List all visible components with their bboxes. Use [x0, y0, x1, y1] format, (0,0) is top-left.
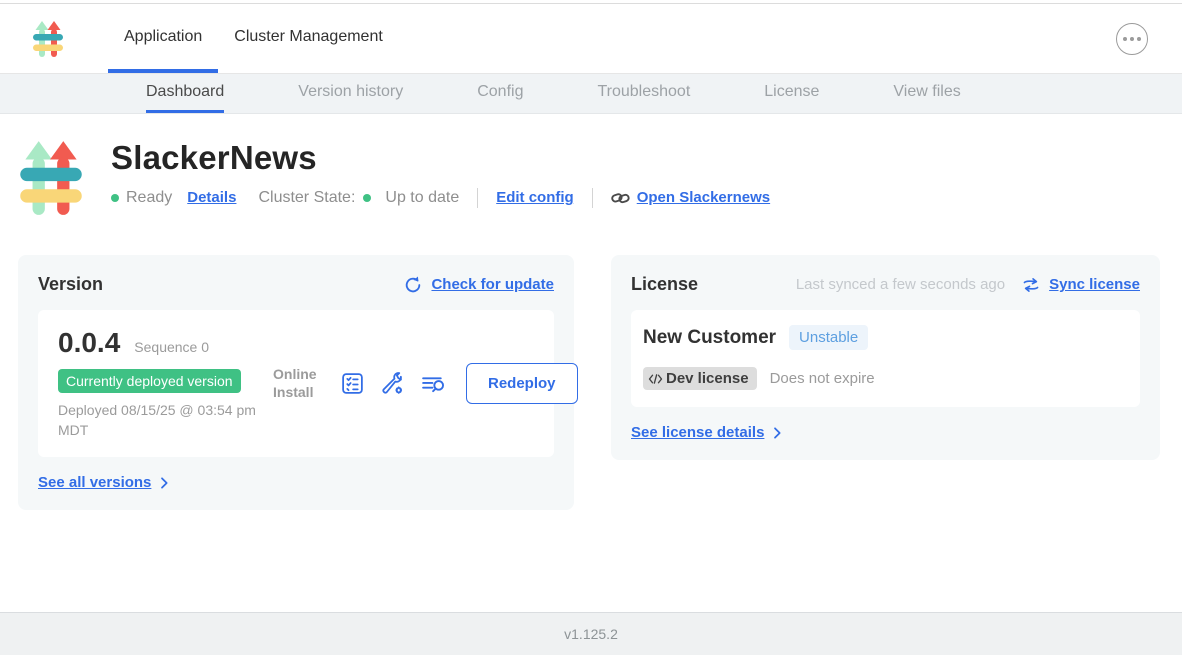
- preflight-checks-icon: [340, 371, 365, 396]
- sync-icon: [1021, 276, 1041, 294]
- preflight-checks-button[interactable]: [340, 371, 365, 396]
- more-menu-button[interactable]: [1116, 23, 1148, 55]
- current-version-panel: 0.0.4 Sequence 0 Currently deployed vers…: [38, 310, 554, 457]
- subnav-tab-version-history-label: Version history: [298, 83, 403, 101]
- see-all-versions-link[interactable]: See all versions: [38, 474, 151, 491]
- main-tabs: Application Cluster Management: [108, 4, 399, 73]
- open-app-link[interactable]: Open Slackernews: [637, 189, 770, 206]
- customer-name: New Customer: [643, 327, 776, 349]
- app-status-row: Ready Details Cluster State: Up to date …: [111, 188, 770, 208]
- chain-link-icon: [611, 191, 630, 205]
- ellipsis-icon: [1123, 37, 1141, 41]
- logs-search-icon: [420, 371, 447, 396]
- sequence-label: Sequence 0: [134, 339, 209, 355]
- slackernews-logo-icon: [32, 19, 64, 59]
- brand: [32, 4, 64, 73]
- deployed-timestamp: Deployed 08/15/25 @ 03:54 pm MDT: [58, 401, 273, 440]
- subnav-tab-view-files-label: View files: [893, 83, 960, 101]
- view-deploy-logs-button[interactable]: [420, 371, 447, 396]
- subnav-tab-dashboard-label: Dashboard: [146, 83, 224, 101]
- see-all-versions[interactable]: See all versions: [38, 474, 554, 491]
- dashboard-cards: Version Check for update 0.0.4 Sequence …: [18, 255, 1160, 510]
- license-type-badge: Dev license: [643, 367, 757, 390]
- tab-application-label: Application: [124, 28, 202, 46]
- divider: [592, 188, 593, 208]
- subnav-tab-troubleshoot[interactable]: Troubleshoot: [597, 74, 690, 113]
- console-version: v1.125.2: [564, 626, 618, 642]
- app-status-text: Ready: [126, 189, 172, 207]
- see-license-details-link[interactable]: See license details: [631, 424, 764, 441]
- tab-cluster-management[interactable]: Cluster Management: [218, 4, 399, 73]
- app-header: SlackerNews Ready Details Cluster State:…: [18, 137, 1160, 219]
- cluster-state-label: Cluster State:: [258, 189, 355, 207]
- wrench-gear-icon: [380, 371, 405, 396]
- app-subnav: Dashboard Version history Config Trouble…: [0, 74, 1182, 114]
- edit-config-link[interactable]: Edit config: [496, 189, 574, 206]
- subnav-tab-license-label: License: [764, 83, 819, 101]
- subnav-tab-config[interactable]: Config: [477, 74, 523, 113]
- subnav-tab-view-files[interactable]: View files: [893, 74, 960, 113]
- chevron-right-icon: [156, 475, 172, 491]
- main-content: SlackerNews Ready Details Cluster State:…: [0, 114, 1182, 510]
- app-status-dot: [111, 194, 119, 202]
- app-icon: [18, 137, 84, 219]
- divider: [477, 188, 478, 208]
- subnav-tab-version-history[interactable]: Version history: [298, 74, 403, 113]
- channel-badge: Unstable: [789, 325, 868, 350]
- version-card-title: Version: [38, 274, 103, 295]
- license-card-title: License: [631, 274, 698, 295]
- check-for-update[interactable]: Check for update: [403, 275, 554, 295]
- page-title: SlackerNews: [111, 139, 770, 177]
- refresh-icon: [403, 275, 423, 295]
- version-number: 0.0.4: [58, 327, 120, 359]
- redeploy-button[interactable]: Redeploy: [466, 363, 578, 404]
- cluster-state-value: Up to date: [385, 189, 459, 207]
- version-card: Version Check for update 0.0.4 Sequence …: [18, 255, 574, 510]
- chevron-right-icon: [769, 425, 785, 441]
- subnav-tab-config-label: Config: [477, 83, 523, 101]
- details-link[interactable]: Details: [187, 189, 236, 206]
- check-for-update-link[interactable]: Check for update: [431, 276, 554, 293]
- sync-license-link[interactable]: Sync license: [1049, 276, 1140, 293]
- subnav-tab-license[interactable]: License: [764, 74, 819, 113]
- cluster-state-dot: [363, 194, 371, 202]
- main-header: Application Cluster Management: [0, 4, 1182, 74]
- footer: v1.125.2: [0, 612, 1182, 655]
- code-icon: [648, 373, 663, 385]
- subnav-tab-troubleshoot-label: Troubleshoot: [597, 83, 690, 101]
- edit-config-button[interactable]: [380, 371, 405, 396]
- see-license-details[interactable]: See license details: [631, 424, 1140, 441]
- last-synced-text: Last synced a few seconds ago: [796, 276, 1005, 293]
- tab-cluster-management-label: Cluster Management: [234, 28, 383, 46]
- license-panel: New Customer Unstable Dev license Does n…: [631, 310, 1140, 407]
- currently-deployed-badge: Currently deployed version: [58, 369, 241, 393]
- subnav-tab-dashboard[interactable]: Dashboard: [146, 74, 224, 113]
- install-type-label: Online Install: [273, 366, 325, 401]
- license-card: License Last synced a few seconds ago Sy…: [611, 255, 1160, 460]
- tab-application[interactable]: Application: [108, 4, 218, 73]
- license-type-badge-label: Dev license: [666, 370, 749, 387]
- expiration-text: Does not expire: [770, 370, 875, 387]
- open-app-link-wrap[interactable]: Open Slackernews: [611, 189, 770, 206]
